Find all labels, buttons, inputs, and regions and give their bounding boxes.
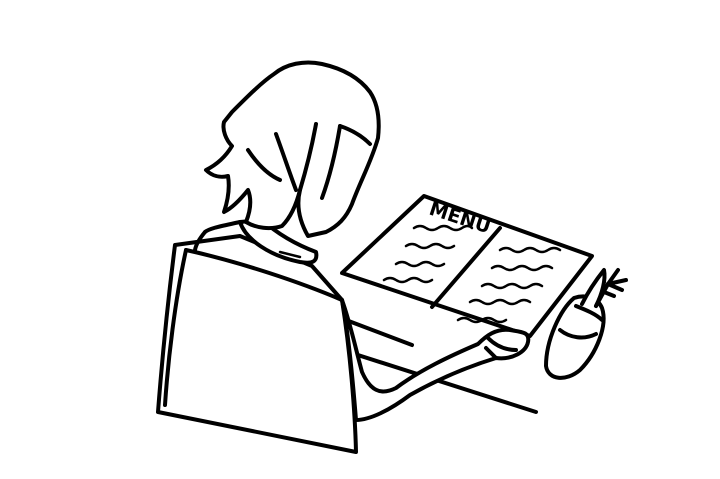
menu: MENU [340, 194, 594, 338]
person-torso [156, 234, 358, 454]
cutlery [580, 268, 628, 308]
person-hair [204, 60, 381, 238]
line-drawing-scene: MENU [156, 60, 628, 454]
utensil-holder [544, 294, 606, 380]
